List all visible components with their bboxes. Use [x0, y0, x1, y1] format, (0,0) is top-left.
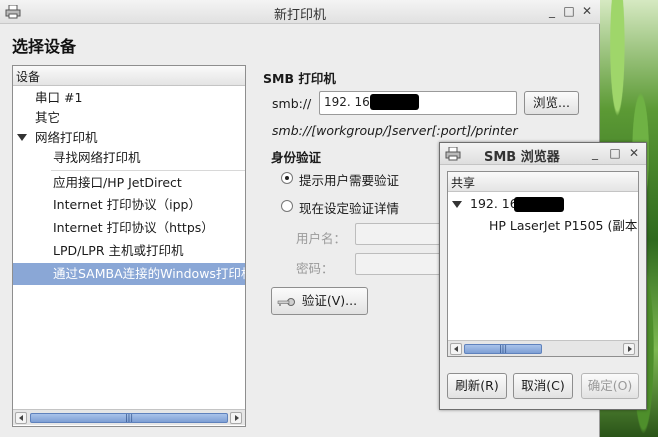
radio-prompt-auth-label[interactable]: 提示用户需要验证: [299, 170, 399, 189]
maximize-button[interactable]: □: [562, 4, 576, 18]
browse-button[interactable]: 浏览...: [524, 91, 579, 115]
scroll-thumb[interactable]: |||: [464, 344, 542, 354]
smb-share-header[interactable]: 共享: [448, 172, 638, 192]
tree-item-jetdirect[interactable]: 应用接口/HP JetDirect: [53, 172, 243, 194]
smb-printer-item[interactable]: HP LaserJet P1505 (副本: [489, 215, 639, 237]
password-input[interactable]: [355, 253, 445, 275]
verify-button-label: 验证(V)...: [301, 293, 358, 308]
tree-item-https[interactable]: Internet 打印协议（https）: [53, 217, 243, 239]
smb-prefix-label: smb://: [272, 96, 312, 111]
smb-browser-title: SMB 浏览器: [484, 150, 560, 165]
ok-button[interactable]: 确定(O): [581, 373, 639, 399]
smb-section-title: SMB 打印机: [263, 71, 336, 86]
verify-button[interactable]: 验证(V)...: [271, 287, 368, 315]
refresh-button[interactable]: 刷新(R): [447, 373, 507, 399]
page-title: 选择设备: [12, 37, 77, 56]
redaction-mark: [514, 197, 564, 212]
tree-horizontal-scrollbar[interactable]: |||: [13, 409, 245, 425]
auth-section-title: 身份验证: [271, 150, 322, 165]
scroll-left-icon[interactable]: [15, 412, 27, 424]
smb-browser-dialog: SMB 浏览器 _ □ ✕ 共享 192. 168. HP LaserJet P…: [439, 142, 647, 410]
radio-prompt-auth[interactable]: [281, 172, 293, 184]
smb-url-hint: smb://[workgroup/]server[:port]/printer: [272, 123, 518, 138]
smb-browser-close-button[interactable]: ✕: [627, 146, 641, 160]
expander-down-icon[interactable]: [17, 134, 27, 141]
tree-item-serial[interactable]: 串口 #1: [35, 87, 235, 109]
cancel-button[interactable]: 取消(C): [513, 373, 573, 399]
username-input[interactable]: [355, 223, 445, 245]
redaction-mark: [370, 94, 419, 110]
tree-item-ipp[interactable]: Internet 打印协议（ipp）: [53, 194, 243, 216]
device-tree[interactable]: 设备 串口 #1 其它 网络打印机 寻找网络打印机 应用接口/HP JetDir…: [12, 65, 246, 427]
tree-item-network-printer[interactable]: 网络打印机: [35, 127, 235, 149]
radio-set-auth-now-label[interactable]: 现在设定验证详情: [299, 198, 399, 217]
tree-item-other[interactable]: 其它: [35, 107, 235, 129]
scroll-thumb[interactable]: |||: [30, 413, 228, 423]
title-bar: 新打印机 _ □ ✕: [0, 0, 600, 24]
scroll-right-icon[interactable]: [623, 343, 635, 355]
password-label: 密码：: [296, 261, 334, 276]
key-icon: [277, 298, 295, 306]
smb-browser-title-bar: SMB 浏览器 _ □ ✕: [440, 143, 646, 165]
close-button[interactable]: ✕: [580, 4, 594, 18]
smb-browser-minimize-button[interactable]: _: [588, 146, 602, 160]
tree-item-find-network-printer[interactable]: 寻找网络打印机: [53, 147, 243, 169]
expander-down-icon[interactable]: [452, 201, 462, 208]
tree-item-samba[interactable]: 通过SAMBA连接的Windows打印机: [13, 263, 245, 285]
printer-icon: [445, 147, 461, 161]
radio-set-auth-now[interactable]: [281, 200, 293, 212]
scroll-right-icon[interactable]: [230, 412, 242, 424]
scroll-left-icon[interactable]: [450, 343, 462, 355]
smb-share-list[interactable]: 共享 192. 168. HP LaserJet P1505 (副本 |||: [447, 171, 639, 357]
smb-list-horizontal-scrollbar[interactable]: |||: [448, 340, 638, 356]
window-title: 新打印机: [273, 8, 326, 23]
tree-separator: [51, 170, 245, 171]
device-tree-header[interactable]: 设备: [13, 66, 245, 86]
minimize-button[interactable]: _: [545, 4, 559, 18]
username-label: 用户名：: [296, 231, 347, 246]
smb-browser-maximize-button[interactable]: □: [608, 146, 622, 160]
tree-item-lpd[interactable]: LPD/LPR 主机或打印机: [53, 240, 243, 262]
